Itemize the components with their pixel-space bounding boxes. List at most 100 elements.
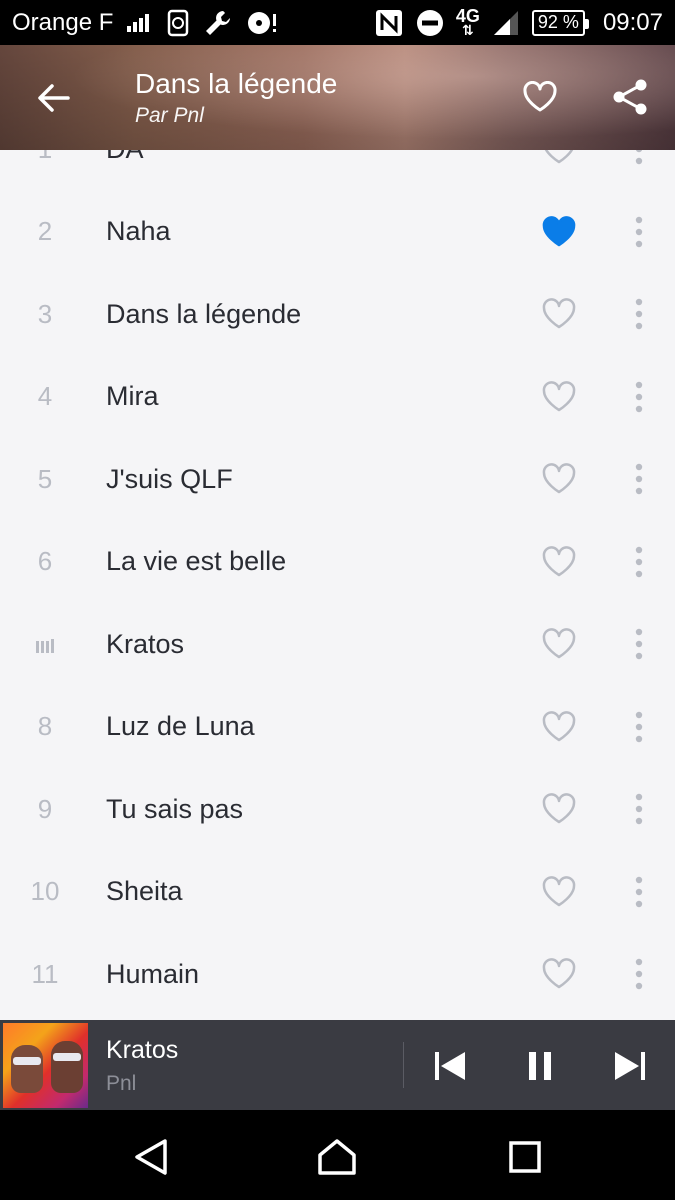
track-like-button[interactable] [540,957,578,991]
track-number: 1 [22,150,68,165]
track-title: Kratos [106,628,185,659]
share-button[interactable] [608,75,652,119]
track-number: 9 [37,793,53,824]
track-like-button[interactable] [540,215,578,249]
more-vertical-icon [635,876,643,907]
track-number: 3 [37,298,53,329]
nav-home-button[interactable] [312,1132,362,1182]
heart-outline-icon [523,81,557,112]
track-row[interactable]: 2 Naha [0,191,675,274]
heart-outline-icon [542,710,576,741]
track-title: Tu sais pas [106,793,244,824]
heart-outline-icon [542,958,576,989]
track-more-button[interactable] [626,954,652,994]
track-number: 2 [37,216,53,247]
track-like-button[interactable] [540,875,578,909]
track-like-button[interactable] [540,710,578,744]
app-root: Orange F 4G ⇅ 92 % 09:07 Dans la légende… [0,0,675,1200]
track-row[interactable]: 8 Luz de Luna [0,686,675,769]
track-number: 10 [30,876,60,907]
track-like-button[interactable] [540,380,578,414]
track-more-button[interactable] [626,624,652,664]
now-playing-equalizer-icon [22,629,68,660]
track-title: Mira [106,381,159,412]
nav-back-button[interactable] [126,1132,176,1182]
heart-outline-icon [544,150,574,164]
track-more-button[interactable] [626,377,652,417]
title-block: Dans la légende Par Pnl [135,67,337,131]
previous-button[interactable] [428,1044,472,1088]
more-vertical-icon [635,464,643,495]
track-more-button[interactable] [626,872,652,912]
pause-icon [529,1052,551,1080]
now-playing-artist: Pnl [106,1072,137,1095]
data-arrows-icon: ⇅ [462,21,474,38]
track-like-button[interactable] [540,462,578,496]
track-more-button[interactable] [626,212,652,252]
track-row[interactable]: 3 Dans la légende [0,273,675,356]
more-vertical-icon [635,711,643,742]
track-row[interactable]: 5 J'suis QLF [0,438,675,521]
track-title: J'suis QLF [106,463,233,494]
track-more-button[interactable] [626,294,652,334]
track-like-button[interactable] [540,792,578,826]
track-title: Naha [106,216,171,247]
network-type-label: 4G [455,5,480,26]
track-row[interactable]: 11 Humain [0,933,675,1016]
track-number: 5 [37,463,53,494]
heart-outline-icon [542,545,576,576]
cover-sunglasses [13,1057,41,1065]
track-title: DA [106,150,144,165]
player-divider [403,1042,404,1088]
track-more-button[interactable] [626,542,652,582]
next-button[interactable] [608,1044,652,1088]
favorite-album-button[interactable] [518,75,562,119]
page-title: Dans la légende [135,68,338,99]
track-title: Sheita [106,876,183,907]
share-icon [613,79,647,115]
track-title: Dans la légende [106,298,302,329]
track-row[interactable]: Kratos [0,603,675,686]
track-row[interactable]: 6 La vie est belle [0,521,675,604]
track-row[interactable]: 10 Sheita [0,851,675,934]
nav-recents-button[interactable] [500,1132,550,1182]
album-cover-thumbnail[interactable] [3,1023,88,1108]
track-like-button[interactable] [540,297,578,331]
more-vertical-icon [635,546,643,577]
more-vertical-icon [635,959,643,990]
cover-figure [51,1041,83,1093]
cover-sunglasses [53,1053,81,1061]
nav-home-icon [318,1139,356,1175]
track-more-button[interactable] [626,150,652,169]
music-disc-icon [247,10,277,36]
battery-label: 92 % [537,12,579,32]
track-like-button[interactable] [540,627,578,661]
track-more-button[interactable] [626,789,652,829]
track-list[interactable]: 1 DA 2 Naha 3 Dans la légende 4 Mira 5 J'suis QLF… [0,150,675,1020]
pause-button[interactable] [518,1044,562,1088]
track-title: Humain [106,958,200,989]
nav-back-icon [135,1139,167,1175]
heart-outline-icon [542,380,576,411]
track-row[interactable]: 9 Tu sais pas [0,768,675,851]
do-not-disturb-icon [416,9,444,37]
track-row[interactable]: 1 DA [0,150,675,191]
network-type-indicator: 4G ⇅ [455,5,480,38]
system-navigation-bar [0,1110,675,1200]
cleaner-app-icon [167,9,189,37]
track-title: La vie est belle [106,546,287,577]
track-title: Luz de Luna [106,711,255,742]
album-header: Dans la légende Par Pnl [0,45,675,150]
more-vertical-icon [635,216,643,247]
track-row[interactable]: 4 Mira [0,356,675,439]
back-button[interactable] [30,75,76,121]
nav-recents-icon [509,1141,541,1173]
track-more-button[interactable] [626,459,652,499]
track-like-button[interactable] [540,545,578,579]
track-number: 8 [37,711,53,742]
track-more-button[interactable] [626,707,652,747]
page-subtitle: Par Pnl [135,104,204,127]
more-vertical-icon [635,629,643,660]
mini-player[interactable]: Kratos Pnl [0,1020,675,1110]
track-like-button[interactable] [540,150,578,166]
